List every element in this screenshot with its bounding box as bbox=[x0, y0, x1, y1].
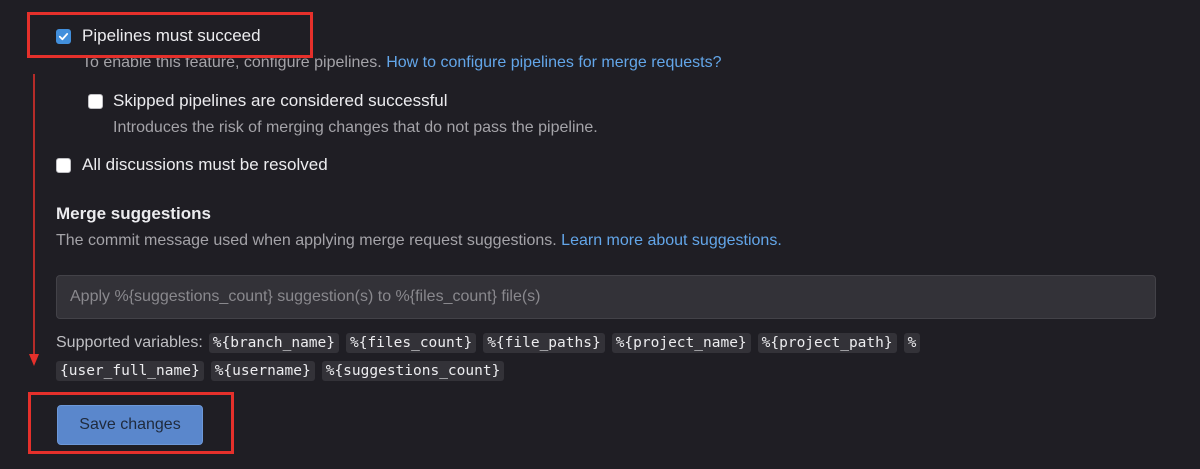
variable-code: % bbox=[903, 333, 921, 353]
skipped-pipelines-help-text: Introduces the risk of merging changes t… bbox=[113, 119, 598, 136]
variable-code: %{file_paths} bbox=[483, 333, 605, 353]
merge-suggestions-title: Merge suggestions bbox=[56, 204, 211, 223]
annotation-arrow bbox=[29, 74, 39, 366]
supported-variables-line-2: {user_full_name} %{username} %{suggestio… bbox=[56, 361, 511, 381]
variable-code: %{suggestions_count} bbox=[321, 361, 505, 381]
merge-suggestions-commit-message-input[interactable] bbox=[57, 276, 1155, 318]
merge-suggestions-description: The commit message used when applying me… bbox=[56, 232, 782, 250]
learn-more-suggestions-link[interactable]: Learn more about suggestions. bbox=[561, 232, 782, 249]
skipped-pipelines-checkbox[interactable] bbox=[88, 94, 103, 109]
annotation-box-pipelines bbox=[27, 12, 313, 58]
variable-code: %{username} bbox=[210, 361, 315, 381]
variable-code: %{project_path} bbox=[757, 333, 897, 353]
variable-code: %{files_count} bbox=[345, 333, 477, 353]
variable-code: %{project_name} bbox=[611, 333, 751, 353]
configure-pipelines-link[interactable]: How to configure pipelines for merge req… bbox=[386, 54, 721, 71]
merge-suggestions-input-wrapper bbox=[56, 275, 1156, 319]
discussions-resolved-checkbox[interactable] bbox=[56, 158, 71, 173]
merge-suggestions-description-text: The commit message used when applying me… bbox=[56, 232, 557, 249]
variable-code: %{branch_name} bbox=[208, 333, 339, 353]
skipped-pipelines-label[interactable]: Skipped pipelines are considered success… bbox=[113, 91, 448, 111]
supported-variables-line-1: Supported variables: %{branch_name} %{fi… bbox=[56, 333, 927, 353]
annotation-box-save bbox=[28, 392, 234, 454]
variable-code: {user_full_name} bbox=[56, 361, 204, 381]
discussions-resolved-label[interactable]: All discussions must be resolved bbox=[82, 155, 328, 175]
supported-variables-label: Supported variables: bbox=[56, 334, 203, 351]
